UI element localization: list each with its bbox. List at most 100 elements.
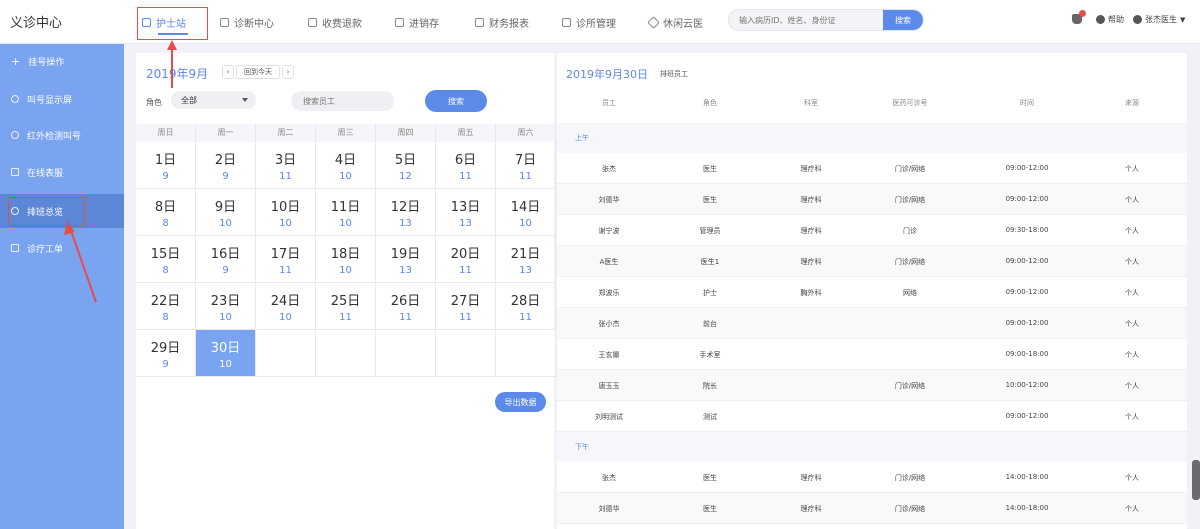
day-number: 19日 <box>390 247 421 262</box>
sidebar-item-work-orders[interactable]: 诊疗工单 <box>0 231 124 265</box>
sidebar-item-registration[interactable]: + 挂号操作 <box>0 44 124 78</box>
table-cell: 09:00-12:00 <box>1005 164 1049 172</box>
export-data-button[interactable]: 导出数据 <box>495 392 546 412</box>
table-row[interactable]: 唐玉玉 院长 门诊/网络 10:00-12:00 个人 <box>557 370 1187 401</box>
calendar-day-cell[interactable]: 15日 8 <box>136 236 196 283</box>
sidebar-item-infrared-call[interactable]: 红外检测叫号 <box>0 118 124 152</box>
calendar-day-cell[interactable]: 17日 11 <box>256 236 316 283</box>
table-cell: 理疗科 <box>800 196 822 204</box>
calendar-day-cell[interactable]: 1日 9 <box>136 142 196 189</box>
table-row[interactable]: 谢宁波 管理员 理疗科 门诊 09:30-18:00 个人 <box>557 215 1187 246</box>
calendar-day-cell[interactable]: 11日 10 <box>316 189 376 236</box>
table-row[interactable]: A医生 医生1 理疗科 门诊/网络 09:00-12:00 个人 <box>557 246 1187 277</box>
day-number: 26日 <box>390 294 421 309</box>
calendar-day-cell[interactable]: 8日 8 <box>136 189 196 236</box>
role-select[interactable]: 全部 <box>171 91 256 109</box>
calendar-empty-cell <box>376 330 436 377</box>
weekday-header: 周四 <box>376 124 436 142</box>
table-cell: 09:30-18:00 <box>1005 226 1049 234</box>
top-bar: 义诊中心 护士站 诊断中心 收费退款 进销存 财务报表 诊所管理 休闲云医 搜索… <box>0 0 1200 44</box>
calendar-search-button[interactable]: 搜索 <box>425 90 487 112</box>
notifications[interactable] <box>1072 10 1086 24</box>
table-row[interactable]: 张小杰 前台 09:00-12:00 个人 <box>557 308 1187 339</box>
calendar-day-cell[interactable]: 4日 10 <box>316 142 376 189</box>
table-cell: 个人 <box>1125 289 1139 297</box>
global-search: 搜索 <box>728 9 924 31</box>
calendar-day-cell[interactable]: 6日 11 <box>436 142 496 189</box>
table-row[interactable]: 郑波乐 护士 胸外科 网络 09:00-12:00 个人 <box>557 277 1187 308</box>
today-button[interactable]: 回到今天 <box>236 65 280 79</box>
nav-tab-label: 休闲云医 <box>663 18 703 30</box>
caret-down-icon <box>242 98 248 102</box>
nav-tab-cloud[interactable]: 休闲云医 <box>647 12 703 32</box>
calendar-day-cell[interactable]: 28日 11 <box>496 283 556 330</box>
nav-tab-finance[interactable]: 财务报表 <box>475 12 529 32</box>
employee-search-input[interactable] <box>291 91 394 111</box>
annotation-highlight-box <box>137 7 208 40</box>
table-row[interactable]: 张杰 医生 理疗科 门诊/网络 09:00-12:00 个人 <box>557 153 1187 184</box>
calendar-day-cell[interactable]: 14日 10 <box>496 189 556 236</box>
scheduled-count: 10 <box>279 218 292 229</box>
scheduled-count: 9 <box>222 171 229 182</box>
table-cell: 医生 <box>703 474 717 482</box>
scrollbar-thumb[interactable] <box>1192 460 1200 500</box>
table-row[interactable]: 刘德华 医生 理疗科 门诊/网络 09:00-12:00 个人 <box>557 184 1187 215</box>
day-number: 3日 <box>274 153 297 168</box>
day-number: 20日 <box>450 247 481 262</box>
table-row[interactable]: 刘明测试 测试 09:00-12:00 个人 <box>557 401 1187 432</box>
scheduled-count: 11 <box>459 171 472 182</box>
calendar-day-cell[interactable]: 5日 12 <box>376 142 436 189</box>
calendar-day-cell[interactable]: 12日 13 <box>376 189 436 236</box>
scheduled-count: 11 <box>459 265 472 276</box>
calendar-day-cell[interactable]: 19日 13 <box>376 236 436 283</box>
help-icon <box>1096 15 1105 24</box>
day-number: 15日 <box>150 247 181 262</box>
scheduled-count: 10 <box>339 218 352 229</box>
prev-month-button[interactable]: ‹ <box>222 65 234 79</box>
day-number: 23日 <box>210 294 241 309</box>
calendar-day-cell[interactable]: 21日 13 <box>496 236 556 283</box>
table-cell: 门诊 <box>903 227 917 235</box>
calendar-day-cell[interactable]: 26日 11 <box>376 283 436 330</box>
calendar-day-cell[interactable]: 25日 11 <box>316 283 376 330</box>
search-input[interactable] <box>729 10 884 30</box>
calendar-day-cell[interactable]: 16日 9 <box>196 236 256 283</box>
table-row[interactable]: 刘德华 医生 理疗科 门诊/网络 14:00-18:00 个人 <box>557 493 1187 524</box>
nav-tab-clinic-mgmt[interactable]: 诊所管理 <box>562 12 616 32</box>
day-number: 24日 <box>270 294 301 309</box>
nav-tab-diagnosis-center[interactable]: 诊断中心 <box>220 12 274 32</box>
calendar-day-cell[interactable]: 23日 10 <box>196 283 256 330</box>
nav-tab-inventory[interactable]: 进销存 <box>395 12 439 32</box>
calendar-day-cell[interactable]: 7日 11 <box>496 142 556 189</box>
scheduled-count: 10 <box>219 359 232 370</box>
search-button[interactable]: 搜索 <box>883 10 923 30</box>
table-cell: 刘德华 <box>598 505 620 513</box>
table-cell: 理疗科 <box>800 505 822 513</box>
table-cell: 10:00-12:00 <box>1005 381 1049 389</box>
calendar-day-cell[interactable]: 20日 11 <box>436 236 496 283</box>
table-cell: 唐玉玉 <box>598 382 620 390</box>
calendar-day-cell[interactable]: 2日 9 <box>196 142 256 189</box>
weekday-header: 周日 <box>136 124 196 142</box>
help-link[interactable]: 帮助 <box>1096 14 1124 25</box>
calendar-day-cell[interactable]: 27日 11 <box>436 283 496 330</box>
table-cell: 个人 <box>1125 165 1139 173</box>
calendar-day-cell[interactable]: 10日 10 <box>256 189 316 236</box>
day-number: 2日 <box>214 153 237 168</box>
scheduled-count: 10 <box>519 218 532 229</box>
calendar-day-cell[interactable]: 24日 10 <box>256 283 316 330</box>
calendar-day-cell[interactable]: 29日 9 <box>136 330 196 377</box>
calendar-day-cell[interactable]: 9日 10 <box>196 189 256 236</box>
calendar-day-cell[interactable]: 18日 10 <box>316 236 376 283</box>
sidebar-item-call-display[interactable]: 叫号显示屏 <box>0 82 124 116</box>
calendar-day-cell[interactable]: 22日 8 <box>136 283 196 330</box>
table-row[interactable]: 王玄娜 手术室 09:00-18:00 个人 <box>557 339 1187 370</box>
calendar-day-cell[interactable]: 3日 11 <box>256 142 316 189</box>
calendar-day-cell[interactable]: 13日 13 <box>436 189 496 236</box>
calendar-day-cell[interactable]: 30日 10 <box>196 330 256 377</box>
user-menu[interactable]: 张杰医生 ▼ <box>1133 14 1185 25</box>
table-row[interactable]: 张杰 医生 理疗科 门诊/网络 14:00-18:00 个人 <box>557 462 1187 493</box>
next-month-button[interactable]: › <box>282 65 294 79</box>
nav-tab-billing[interactable]: 收费退款 <box>308 12 362 32</box>
sidebar-item-online-service[interactable]: 在线表服 <box>0 155 124 189</box>
